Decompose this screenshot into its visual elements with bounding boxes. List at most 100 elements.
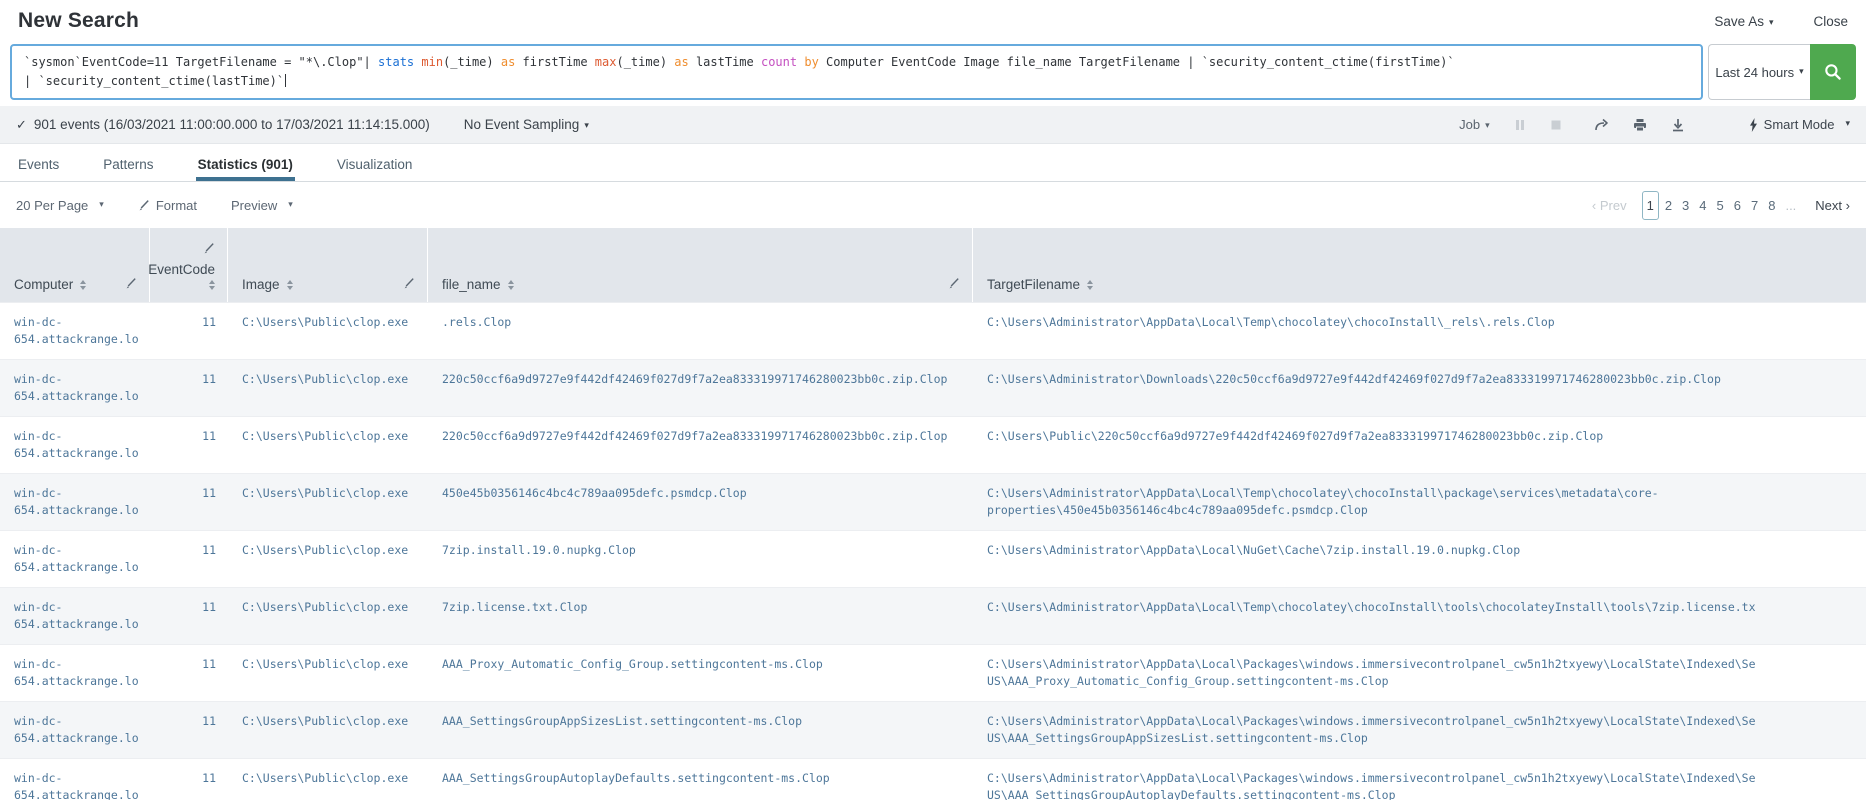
next-page-button[interactable]: Next › [1815,198,1850,213]
cell-targetfilename[interactable]: C:\Users\Administrator\AppData\Local\NuG… [973,531,1866,587]
search-button[interactable] [1810,44,1856,100]
query-segment: (_time) [616,55,674,69]
cell-targetfilename[interactable]: C:\Users\Public\220c50ccf6a9d9727e9f442d… [973,417,1866,473]
sort-icon [80,280,86,290]
column-header-computer[interactable]: Computer [0,228,150,302]
job-menu[interactable]: Job▾ [1459,117,1490,132]
cell-image[interactable]: C:\Users\Public\clop.exe [228,303,428,359]
table-row: win-dc-654.attackrange.local11C:\Users\P… [0,644,1866,701]
cell-eventcode[interactable]: 11 [150,645,228,701]
table-row: win-dc-654.attackrange.local11C:\Users\P… [0,587,1866,644]
cell-computer[interactable]: win-dc-654.attackrange.local [0,531,150,587]
cell-image[interactable]: C:\Users\Public\clop.exe [228,417,428,473]
column-header-file-name[interactable]: file_name [428,228,973,302]
prev-page-button[interactable]: ‹ Prev [1592,198,1627,213]
pencil-icon[interactable] [948,277,960,292]
query-segment: as [674,55,688,69]
page-button[interactable]: 1 [1642,191,1659,220]
pencil-icon[interactable] [403,277,415,292]
event-sampling-menu[interactable]: No Event Sampling▾ [464,117,589,132]
page-button[interactable]: 3 [1678,192,1693,219]
cell-computer[interactable]: win-dc-654.attackrange.local [0,588,150,644]
cell-file-name[interactable]: 220c50ccf6a9d9727e9f442df42469f027d9f7a2… [428,417,973,473]
cell-eventcode[interactable]: 11 [150,588,228,644]
cell-image[interactable]: C:\Users\Public\clop.exe [228,531,428,587]
table-row: win-dc-654.attackrange.local11C:\Users\P… [0,758,1866,800]
cell-computer[interactable]: win-dc-654.attackrange.local [0,702,150,758]
cell-image[interactable]: C:\Users\Public\clop.exe [228,360,428,416]
close-button[interactable]: Close [1813,14,1848,29]
cell-image[interactable]: C:\Users\Public\clop.exe [228,474,428,530]
search-query-input[interactable]: `sysmon`EventCode=11 TargetFilename = "*… [10,44,1703,100]
cell-targetfilename[interactable]: C:\Users\Administrator\Downloads\220c50c… [973,360,1866,416]
column-header-eventcode[interactable]: EventCode [150,228,228,302]
cell-file-name[interactable]: 220c50ccf6a9d9727e9f442df42469f027d9f7a2… [428,360,973,416]
table-body: win-dc-654.attackrange.local11C:\Users\P… [0,302,1866,800]
cell-eventcode[interactable]: 11 [150,474,228,530]
cell-file-name[interactable]: AAA_SettingsGroupAutoplayDefaults.settin… [428,759,973,800]
page-button[interactable]: 5 [1713,192,1728,219]
cell-image[interactable]: C:\Users\Public\clop.exe [228,702,428,758]
query-segment: | `security_content_ctime(lastTime)` [24,74,284,88]
prev-chevron-icon: ‹ [1592,198,1596,213]
page-button[interactable]: 7 [1747,192,1762,219]
cell-eventcode[interactable]: 11 [150,417,228,473]
cell-computer[interactable]: win-dc-654.attackrange.local [0,474,150,530]
pencil-icon[interactable] [125,277,137,292]
cell-file-name[interactable]: .rels.Clop [428,303,973,359]
page-button[interactable]: 2 [1661,192,1676,219]
cell-targetfilename[interactable]: C:\Users\Administrator\AppData\Local\Tem… [973,303,1866,359]
caret-down-icon: ▾ [1769,17,1774,28]
search-mode-selector[interactable]: Smart Mode▾ [1749,117,1850,132]
cell-targetfilename[interactable]: C:\Users\Administrator\AppData\Local\Pac… [973,645,1866,701]
cell-file-name[interactable]: AAA_SettingsGroupAppSizesList.settingcon… [428,702,973,758]
cell-computer[interactable]: win-dc-654.attackrange.local [0,417,150,473]
per-page-selector[interactable]: 20 Per Page▾ [16,198,104,213]
query-line-1: `sysmon`EventCode=11 TargetFilename = "*… [24,53,1689,72]
cell-eventcode[interactable]: 11 [150,702,228,758]
print-icon[interactable] [1633,118,1647,132]
tab-events[interactable]: Events [16,157,61,181]
caret-down-icon: ▾ [584,120,589,131]
cell-eventcode[interactable]: 11 [150,360,228,416]
stop-icon[interactable] [1550,119,1562,131]
pause-icon[interactable] [1514,119,1526,131]
cell-file-name[interactable]: 450e45b0356146c4bc4c789aa095defc.psmdcp.… [428,474,973,530]
page-button[interactable]: 8 [1764,192,1779,219]
page-button[interactable]: 6 [1730,192,1745,219]
cell-targetfilename[interactable]: C:\Users\Administrator\AppData\Local\Tem… [973,474,1866,530]
cell-image[interactable]: C:\Users\Public\clop.exe [228,645,428,701]
cell-targetfilename[interactable]: C:\Users\Administrator\AppData\Local\Tem… [973,588,1866,644]
cell-computer[interactable]: win-dc-654.attackrange.local [0,303,150,359]
cell-file-name[interactable]: 7zip.install.19.0.nupkg.Clop [428,531,973,587]
cell-file-name[interactable]: AAA_Proxy_Automatic_Config_Group.setting… [428,645,973,701]
tab-patterns[interactable]: Patterns [101,157,155,181]
column-header-targetfilename[interactable]: TargetFilename [973,228,1866,302]
cell-file-name[interactable]: 7zip.license.txt.Clop [428,588,973,644]
text-cursor [285,74,286,87]
tab-statistics[interactable]: Statistics (901) [196,157,295,181]
pencil-icon[interactable] [203,242,215,257]
results-toolbar: 20 Per Page▾ Format Preview▾ ‹ Prev 1234… [0,182,1866,228]
cell-computer[interactable]: win-dc-654.attackrange.local [0,759,150,800]
cell-eventcode[interactable]: 11 [150,303,228,359]
share-icon[interactable] [1594,118,1609,132]
cell-computer[interactable]: win-dc-654.attackrange.local [0,360,150,416]
export-icon[interactable] [1671,118,1685,132]
cell-targetfilename[interactable]: C:\Users\Administrator\AppData\Local\Pac… [973,702,1866,758]
cell-eventcode[interactable]: 11 [150,531,228,587]
page-button[interactable]: 4 [1695,192,1710,219]
cell-image[interactable]: C:\Users\Public\clop.exe [228,759,428,800]
cell-targetfilename[interactable]: C:\Users\Administrator\AppData\Local\Pac… [973,759,1866,800]
save-as-button[interactable]: Save As▾ [1714,14,1773,29]
tab-visualization[interactable]: Visualization [335,157,415,181]
format-button[interactable]: Format [138,198,197,213]
cell-eventcode[interactable]: 11 [150,759,228,800]
caret-down-icon: ▾ [1485,120,1490,131]
time-range-picker[interactable]: Last 24 hours▾ [1708,44,1810,100]
cell-computer[interactable]: win-dc-654.attackrange.local [0,645,150,701]
cell-image[interactable]: C:\Users\Public\clop.exe [228,588,428,644]
checkmark-icon: ✓ [16,117,27,133]
column-header-image[interactable]: Image [228,228,428,302]
preview-selector[interactable]: Preview▾ [231,198,293,213]
